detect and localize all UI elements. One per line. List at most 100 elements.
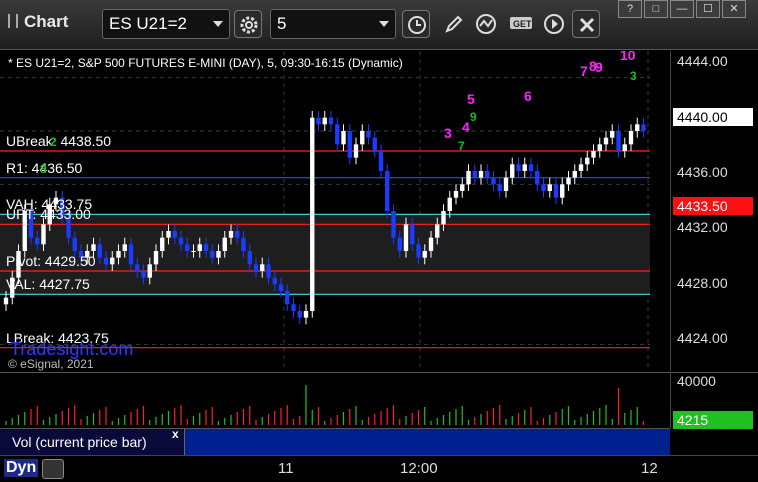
volume-bar [392, 405, 395, 425]
volume-bar [455, 409, 457, 425]
volume-bar [224, 418, 226, 425]
grip-icon[interactable] [8, 14, 18, 28]
volume-bar [642, 421, 645, 425]
settings-button[interactable] [234, 10, 262, 38]
volume-bar [5, 421, 7, 425]
volume-legend-label: Vol (current price bar) [12, 434, 147, 450]
volume-max-label: 40000 [677, 373, 716, 389]
interval-combo[interactable]: 5 [270, 9, 396, 39]
volume-axis: 40000 4215 [670, 372, 758, 429]
close-window-button[interactable]: ✕ [722, 0, 746, 18]
last-price-tag: 4440.00 [673, 108, 753, 126]
candle-body [560, 184, 565, 198]
chart-toolbar: Chart ES U21=2 5 GET ? □ — ☐ ✕ [0, 0, 758, 50]
sequence-label: 10 [620, 51, 636, 63]
maximize-button[interactable]: ☐ [696, 0, 720, 18]
candle-body [372, 137, 377, 151]
volume-bar [230, 415, 232, 425]
candle-body [485, 171, 490, 178]
link-icon[interactable] [42, 459, 64, 479]
candle-body [547, 184, 552, 191]
volume-bar [17, 415, 20, 425]
price-axis[interactable]: 4444.00 4436.00 4432.00 4428.00 4424.00 … [670, 51, 758, 371]
candle-body [466, 171, 471, 185]
close-chart-button[interactable] [572, 10, 600, 38]
value-area-band [0, 214, 650, 295]
candle-body [178, 237, 184, 245]
candle-body [210, 251, 215, 258]
price-tick: 4428.00 [677, 275, 728, 291]
volume-bar [111, 421, 113, 425]
help-button[interactable]: ? [618, 0, 642, 18]
candle-body [160, 237, 165, 251]
close-icon[interactable]: x [172, 427, 179, 441]
candle-body [185, 244, 190, 251]
draw-button[interactable] [440, 10, 468, 38]
candle-body [260, 264, 265, 271]
candle-body [435, 224, 440, 238]
candle-body [378, 151, 384, 171]
price-tick: 4432.00 [677, 219, 728, 235]
volume-bar [574, 420, 576, 425]
pencil-icon [445, 15, 463, 33]
time-label: 11 [278, 460, 294, 477]
symbol-combo[interactable]: ES U21=2 [102, 9, 230, 39]
price-chart[interactable]: * ES U21=2, S&P 500 FUTURES E-MINI (DAY)… [0, 51, 670, 371]
dynamic-button[interactable]: Dyn [4, 459, 39, 477]
volume-svg [5, 385, 645, 425]
play-button[interactable] [540, 10, 568, 38]
volume-bar [636, 407, 638, 425]
volume-bar [261, 417, 263, 425]
candle-body [241, 237, 246, 251]
candle-body [591, 151, 596, 158]
volume-bar [74, 405, 76, 425]
sequence-label: 9 [595, 59, 603, 75]
volume-legend[interactable]: Vol (current price bar) x [0, 427, 185, 456]
volume-bar [217, 421, 220, 425]
candle-body [291, 304, 296, 311]
volume-bar [555, 412, 557, 425]
candle-body [116, 251, 121, 258]
volume-bar [80, 419, 82, 425]
volume-bar [274, 411, 276, 425]
volume-bar [67, 408, 70, 425]
volume-bar [611, 419, 613, 425]
candle-body [360, 131, 365, 145]
minimize-button[interactable]: — [670, 0, 694, 18]
candle-body [135, 264, 140, 271]
candle-body [203, 244, 209, 251]
volume-bar [499, 405, 501, 425]
candle-body [228, 231, 234, 238]
candle-body [491, 177, 496, 185]
upt-price-tag: 4433.50 [673, 197, 753, 215]
time-label: 12:00 [400, 460, 438, 477]
price-tick: 4436.00 [677, 164, 728, 180]
volume-bar [174, 408, 176, 425]
candle-body [341, 131, 346, 145]
volume-bar [605, 405, 607, 425]
volume-bar [517, 413, 520, 425]
indicator-button[interactable] [472, 10, 500, 38]
clock-button[interactable] [402, 10, 430, 38]
candle-body [322, 117, 327, 125]
time-axis[interactable]: Dyn 11 12:00 12 [0, 455, 758, 482]
get-button[interactable]: GET [506, 10, 534, 38]
time-label: 12 [641, 460, 658, 477]
volume-pane[interactable] [0, 372, 670, 428]
volume-bar [117, 418, 120, 425]
volume-bar [430, 421, 432, 425]
volume-bar [211, 407, 213, 425]
volume-bar [236, 412, 238, 425]
restore-button[interactable]: □ [644, 0, 668, 18]
volume-bar [55, 414, 57, 425]
svg-text:GET: GET [513, 19, 532, 29]
volume-bar [342, 412, 345, 425]
volume-bar [317, 407, 320, 425]
volume-bar [36, 406, 38, 425]
candle-body [316, 117, 321, 125]
volume-bar [299, 416, 301, 425]
candle-body [266, 264, 271, 278]
candle-body [278, 284, 284, 291]
candle-body [597, 144, 602, 151]
volume-bar [617, 388, 620, 425]
